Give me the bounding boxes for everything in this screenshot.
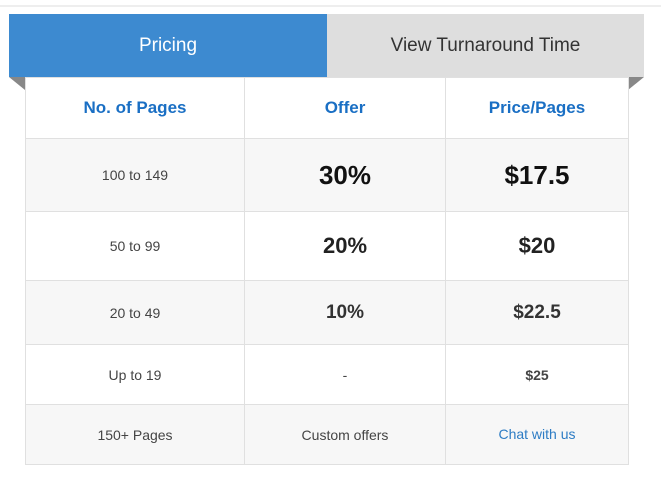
table-row: 20 to 49 10% $22.5 [25,280,629,345]
price-cell: Chat with us [445,404,629,465]
column-header-price: Price/Pages [445,77,629,139]
pages-cell: 150+ Pages [25,404,245,465]
offer-cell: 10% [244,280,446,345]
top-divider [0,5,661,7]
column-header-offer: Offer [244,77,446,139]
pricing-table: No. of Pages Offer Price/Pages 100 to 14… [25,77,629,465]
offer-cell: 30% [244,138,446,212]
tab-turnaround-label: View Turnaround Time [390,34,581,56]
pricing-tabs: Pricing View Turnaround Time [9,14,644,77]
offer-cell: 20% [244,211,446,281]
price-cell: $20 [445,211,629,281]
table-row: 150+ Pages Custom offers Chat with us [25,404,629,465]
tab-turnaround-time[interactable]: View Turnaround Time [327,14,644,77]
tab-pricing[interactable]: Pricing [9,14,327,77]
chat-with-us-link[interactable]: Chat with us [498,426,575,442]
table-row: 100 to 149 30% $17.5 [25,138,629,212]
ribbon-fold-left [9,77,25,90]
offer-cell: Custom offers [244,404,446,465]
table-row: 50 to 99 20% $20 [25,211,629,281]
pages-cell: Up to 19 [25,344,245,405]
price-cell: $22.5 [445,280,629,345]
table-header-row: No. of Pages Offer Price/Pages [25,77,629,139]
offer-cell: - [244,344,446,405]
pages-cell: 100 to 149 [25,138,245,212]
ribbon-fold-right [628,77,644,90]
table-row: Up to 19 - $25 [25,344,629,405]
pages-cell: 20 to 49 [25,280,245,345]
column-header-pages: No. of Pages [25,77,245,139]
pages-cell: 50 to 99 [25,211,245,281]
tab-pricing-label: Pricing [138,34,198,56]
price-cell: $17.5 [445,138,629,212]
price-cell: $25 [445,344,629,405]
